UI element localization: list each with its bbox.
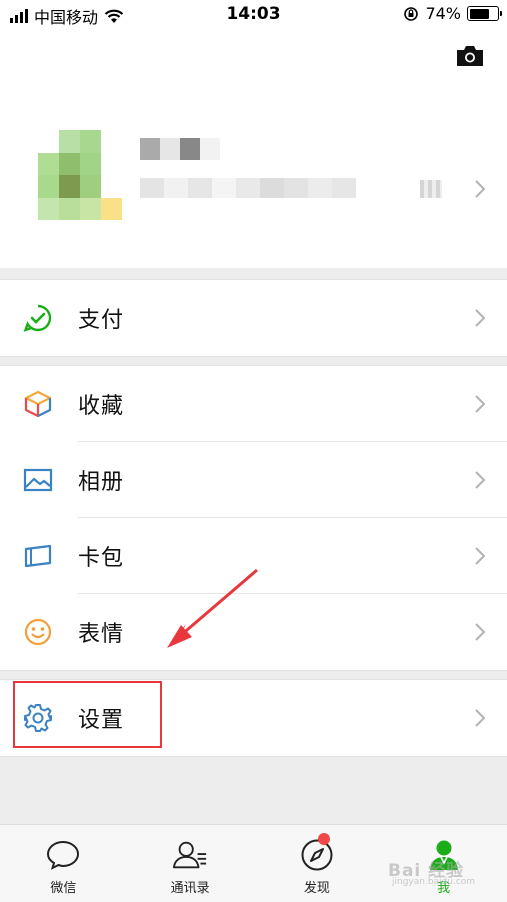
menu-item-album[interactable]: 相册 — [0, 442, 507, 518]
compass-icon — [299, 837, 335, 873]
battery-percent: 74% — [425, 4, 461, 23]
notification-dot — [317, 833, 330, 845]
card-icon — [22, 540, 54, 572]
chevron-right-icon — [475, 623, 485, 641]
tab-contacts[interactable]: 通讯录 — [127, 825, 254, 902]
battery-icon — [467, 6, 502, 21]
cube-icon — [22, 388, 54, 420]
menu-item-favorites[interactable]: 收藏 — [0, 366, 507, 442]
menu-group-main: 收藏 相册 卡包 表情 — [0, 365, 507, 671]
watermark-url: jingyan.baidu.com — [392, 877, 476, 887]
profile-header[interactable] — [0, 30, 507, 268]
rotation-lock-icon — [404, 6, 419, 21]
chevron-right-icon — [475, 395, 485, 413]
camera-icon[interactable] — [455, 44, 485, 68]
chat-bubble-icon — [45, 837, 81, 873]
chevron-right-icon — [475, 471, 485, 489]
menu-item-cards[interactable]: 卡包 — [0, 518, 507, 594]
menu-label-cards: 卡包 — [78, 546, 125, 571]
wechat-id-blurred — [140, 178, 356, 198]
tab-label-discover: 发现 — [303, 881, 330, 896]
highlight-box — [13, 681, 162, 748]
menu-item-pay[interactable]: 支付 — [0, 280, 507, 356]
menu-group-pay: 支付 — [0, 279, 507, 357]
image-icon — [22, 464, 54, 496]
tab-label-chats: 微信 — [50, 881, 77, 896]
chevron-right-icon — [475, 180, 485, 198]
menu-label-favorites: 收藏 — [78, 394, 125, 419]
tab-chats[interactable]: 微信 — [0, 825, 127, 902]
menu-label-album: 相册 — [78, 470, 125, 495]
avatar[interactable] — [38, 130, 122, 220]
menu-label-stickers: 表情 — [78, 622, 125, 647]
status-right: 74% — [403, 4, 502, 23]
qr-code-icon[interactable] — [420, 180, 442, 198]
chevron-right-icon — [475, 309, 485, 327]
smiley-icon — [22, 616, 54, 648]
pay-check-icon — [22, 302, 54, 334]
tab-discover[interactable]: 发现 — [254, 825, 381, 902]
chevron-right-icon — [475, 709, 485, 727]
status-bar: 中国移动 14:03 74% — [0, 0, 507, 30]
contacts-icon — [172, 837, 208, 873]
nickname-blurred — [140, 138, 220, 160]
menu-label-pay: 支付 — [78, 308, 125, 333]
menu-item-stickers[interactable]: 表情 — [0, 594, 507, 670]
chevron-right-icon — [475, 547, 485, 565]
tab-label-contacts: 通讯录 — [170, 881, 210, 896]
